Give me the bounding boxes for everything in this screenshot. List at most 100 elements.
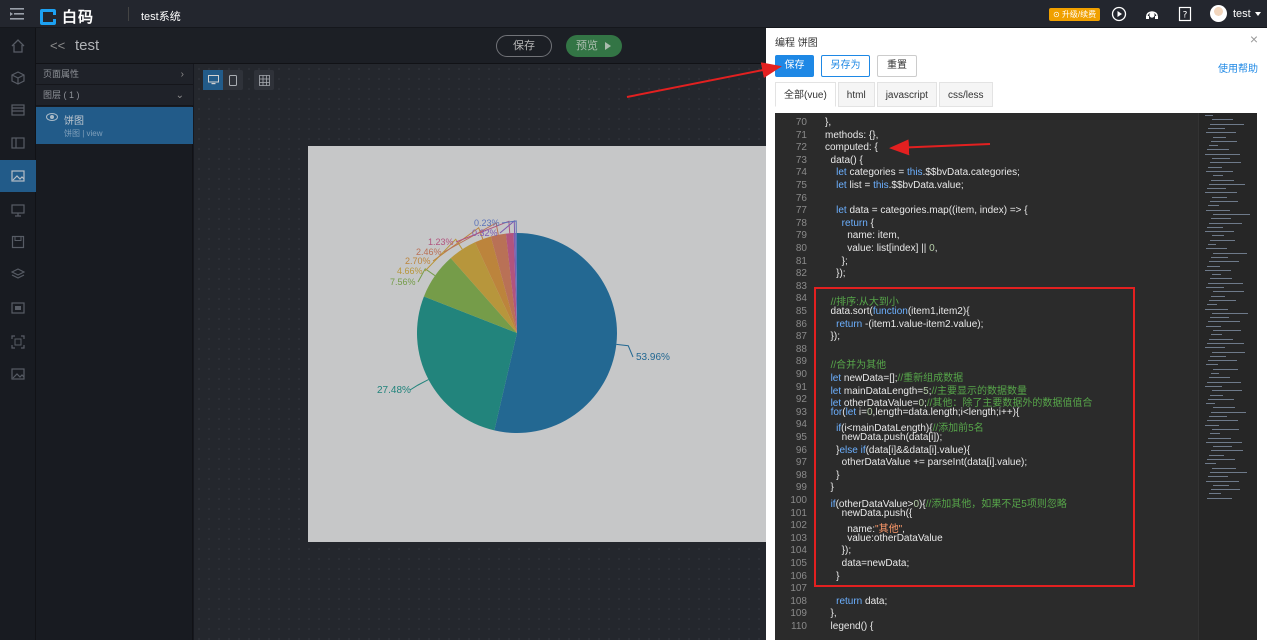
reset-button[interactable]: 重置 [877, 55, 917, 77]
code-line[interactable]: }, [825, 608, 837, 619]
line-number: 94 [795, 419, 807, 431]
line-number: 103 [790, 532, 807, 544]
rail-item-3[interactable] [0, 127, 36, 159]
mobile-view-button[interactable] [223, 70, 243, 90]
page-properties-row[interactable]: 页面属性 › [36, 64, 193, 85]
rail-item-6[interactable] [0, 226, 36, 258]
code-editor[interactable]: 70 71 72 73 74 75 76 77 78 79 80 81 82 83 84 85 86 87 88 89… [775, 113, 1257, 640]
play-circle-icon[interactable] [1111, 6, 1127, 22]
code-line[interactable]: newData.push(data[i]); [825, 432, 943, 443]
code-line[interactable]: let list = this.$$bvData.value; [825, 180, 964, 191]
rail-item-8[interactable] [0, 292, 36, 324]
tab-html[interactable]: html [837, 82, 875, 107]
pie-chart-card[interactable]: 53.96% 27.48% 7.56% 4.66% 2.70% 2.46% 1.… [308, 146, 778, 542]
line-number: 84 [795, 293, 807, 305]
close-icon[interactable]: × [1250, 31, 1258, 47]
code-line[interactable]: } [825, 571, 839, 582]
page-header: << test 保存 预览 [36, 28, 766, 64]
minimap-line [1213, 407, 1235, 409]
code-line[interactable]: data() { [825, 155, 863, 166]
line-number: 76 [795, 192, 807, 204]
minimap-line [1211, 373, 1219, 374]
image-icon [11, 368, 25, 380]
code-line[interactable]: return data; [825, 596, 887, 607]
rail-item-0[interactable] [0, 30, 36, 62]
layers-row[interactable]: 图层 ( 1 ) ⌄ [36, 85, 193, 106]
rail-item-7[interactable] [0, 258, 36, 290]
code-line[interactable]: return { [825, 218, 874, 229]
menu-toggle-icon[interactable] [10, 7, 24, 21]
rail-item-9[interactable] [0, 326, 36, 358]
upgrade-badge[interactable]: ⊙ 升级/续费 [1049, 8, 1101, 21]
code-line[interactable]: newData.push({ [825, 508, 913, 519]
cloud-service-icon[interactable] [1144, 6, 1160, 22]
pie-chart[interactable]: 53.96% 27.48% 7.56% 4.66% 2.70% 2.46% 1.… [308, 146, 778, 542]
code-line[interactable]: otherDataValue += parseInt(data[i].value… [825, 457, 1028, 468]
line-number: 73 [795, 154, 807, 166]
minimap-line [1207, 226, 1223, 228]
save-as-button[interactable]: 另存为 [821, 55, 870, 77]
grid-toggle-button[interactable] [254, 70, 274, 90]
rail-item-2[interactable] [0, 94, 36, 126]
line-number: 87 [795, 331, 807, 343]
user-avatar[interactable] [1210, 5, 1227, 22]
code-line[interactable]: }; [825, 256, 848, 267]
code-line[interactable]: computed: { [825, 142, 878, 153]
line-number-gutter: 70 71 72 73 74 75 76 77 78 79 80 81 82 83 84 85 86 87 88 89… [775, 113, 813, 640]
code-line[interactable]: }); [825, 268, 845, 279]
desktop-view-button[interactable] [203, 70, 223, 90]
project-name[interactable]: test系统 [141, 8, 181, 24]
layer-item-pie[interactable]: 饼图 饼图 | view [36, 107, 193, 144]
code-line[interactable]: let data = categories.map((item, index) … [825, 205, 1028, 216]
tab-all-vue[interactable]: 全部(vue) [775, 82, 836, 107]
rail-item-5[interactable] [0, 194, 36, 226]
line-number: 83 [795, 280, 807, 292]
minimap-line [1208, 437, 1231, 439]
rail-item-1[interactable] [0, 62, 36, 94]
help-document-icon[interactable]: ? [1177, 6, 1193, 22]
line-number: 71 [795, 129, 807, 141]
code-line[interactable]: }else if(data[i]&&data[i].value){ [825, 445, 970, 456]
code-line[interactable]: value: list[index] || 0, [825, 243, 937, 254]
line-number: 75 [795, 180, 807, 191]
minimap-line [1206, 441, 1242, 443]
visibility-eye-icon[interactable] [46, 113, 58, 121]
tab-javascript[interactable]: javascript [876, 82, 937, 107]
code-editor-dialog: 编程 饼图 × 保存 另存为 重置 使用帮助 全部(vue) html java… [766, 28, 1267, 640]
code-line[interactable]: data=newData; [825, 558, 910, 569]
minimap-line [1206, 170, 1233, 172]
tab-css-less[interactable]: css/less [938, 82, 993, 107]
minimap-line [1213, 136, 1226, 138]
collapse-back-button[interactable]: << [50, 38, 65, 53]
save-button[interactable]: 保存 [775, 55, 814, 77]
code-line[interactable]: }, [825, 117, 831, 128]
code-minimap[interactable] [1198, 113, 1257, 640]
rail-item-4[interactable] [0, 160, 36, 192]
svg-text:?: ? [1183, 11, 1188, 21]
user-menu-caret-icon[interactable] [1255, 12, 1261, 16]
code-line[interactable]: }); [825, 331, 840, 342]
dialog-title: 编程 饼图 [775, 38, 818, 49]
rail-item-10[interactable] [0, 358, 36, 390]
code-line[interactable]: } [825, 482, 834, 493]
username[interactable]: test [1233, 8, 1251, 20]
help-link[interactable]: 使用帮助 [1218, 60, 1258, 75]
desktop-icon [207, 75, 219, 85]
app-logo[interactable]: 白码 [40, 6, 94, 27]
minimap-line [1210, 162, 1241, 164]
code-line[interactable]: } [825, 470, 839, 481]
code-line[interactable]: return -(item1.value-item2.value); [825, 319, 983, 330]
code-line[interactable]: legend() { [825, 621, 874, 632]
code-line[interactable]: for(let i=0,length=data.length;i<length;… [825, 407, 1020, 418]
minimap-line [1213, 446, 1232, 448]
topbar-divider [128, 7, 129, 21]
code-line[interactable]: value:otherDataValue [825, 533, 942, 544]
code-line[interactable]: let categories = this.$$bvData.categorie… [825, 167, 1020, 178]
code-line[interactable]: data.sort(function(item1,item2){ [825, 306, 970, 317]
code-line[interactable]: }); [825, 545, 851, 556]
code-line[interactable]: name: item, [825, 230, 899, 241]
design-canvas[interactable]: 53.96% 27.48% 7.56% 4.66% 2.70% 2.46% 1.… [194, 64, 778, 640]
page-save-button[interactable]: 保存 [496, 35, 552, 57]
preview-button[interactable]: 预览 [566, 35, 622, 57]
code-line[interactable]: methods: {}, [825, 130, 878, 141]
